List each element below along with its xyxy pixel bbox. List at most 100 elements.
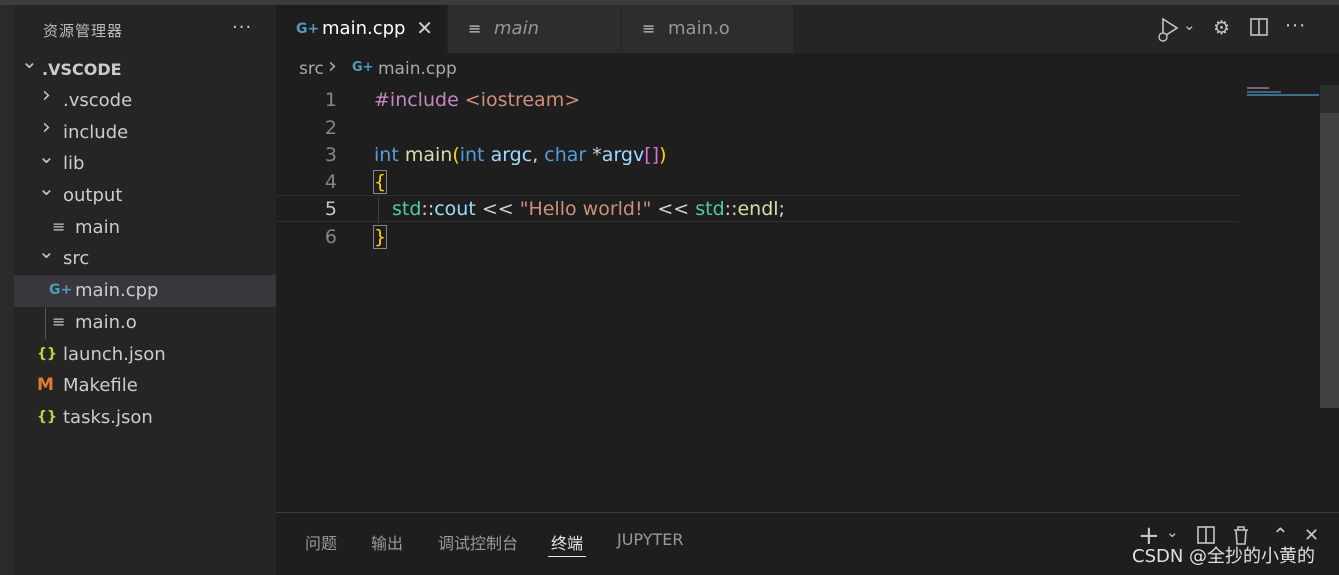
tab-jupyter[interactable]: JUPYTER [617,530,684,549]
minimap-line [1247,94,1319,96]
code-text: #include <iostream> [374,89,580,111]
code-editor[interactable]: 1 #include <iostream> 2 3 int main(int a… [276,85,1339,512]
code-token: char [544,144,587,166]
code-token: int [374,144,399,166]
explorer-root-folder[interactable]: .VSCODE [14,49,276,85]
code-token: argc [490,144,533,166]
tree-item-label: tasks.json [63,407,153,428]
minimap[interactable] [1245,85,1320,512]
tab-terminal[interactable]: 终端 [551,530,583,554]
code-token: argv [601,144,645,166]
line-number: 3 [324,144,337,166]
code-token: cout [434,198,476,220]
tree-item-src[interactable]: src [14,239,276,275]
tab-main-o[interactable]: ≡ main.o [622,5,794,53]
tab-output[interactable]: 输出 [371,530,403,554]
tab-main-cpp[interactable]: G+ main.cpp ✕ [276,5,448,53]
tree-item-tasks-json[interactable]: {} tasks.json [14,402,276,434]
tab-main[interactable]: ≡ main [448,5,622,53]
tree-item-label: output [63,185,123,206]
tree-item-makefile[interactable]: M Makefile [14,370,276,402]
chevron-down-icon [38,144,55,174]
minimap-line [1247,91,1281,93]
line-number: 1 [324,89,337,111]
code-line-current: 5 std::cout << "Hello world!" << std::en… [276,195,1238,222]
tab-problems[interactable]: 问题 [305,530,337,554]
tab-debug-console[interactable]: 调试控制台 [438,530,518,554]
tree-item-label: launch.json [63,344,166,365]
chevron-right-icon: › [328,54,337,79]
tree-item-main-o[interactable]: ≡ main.o [14,307,276,339]
code-text: std::cout << "Hello world!" << std::endl… [392,198,785,220]
vertical-scrollbar[interactable] [1320,113,1339,408]
code-token: int [459,144,485,166]
code-text: } [372,225,388,249]
cpp-file-icon: G+ [296,21,320,37]
code-token: endl; [737,198,785,220]
tree-item-label: include [63,122,129,143]
root-folder-label: .VSCODE [42,60,122,79]
chevron-down-icon[interactable]: ⌄ [1166,523,1179,541]
code-text: int main(int argc, char *argv[]) [374,144,666,166]
line-number: 6 [324,226,337,248]
code-token: :: [724,198,738,220]
activity-bar-edge [0,5,14,575]
tab-label: main.cpp [322,18,406,39]
explorer-header: 资源管理器 ··· [14,5,276,53]
code-token: "Hello world!" [519,198,652,220]
code-token: ( [452,144,460,166]
chevron-right-icon [39,83,53,111]
run-debug-icon[interactable] [1157,15,1181,48]
chevron-down-icon [38,176,55,206]
tree-item-vscode[interactable]: .vscode [14,83,276,117]
breadcrumb-folder[interactable]: src [299,59,324,79]
code-token: << [475,198,520,220]
code-token: } [372,225,388,249]
code-line: 2 [276,115,1238,142]
cpp-file-icon: G+ [49,282,73,298]
code-token: , [532,144,545,166]
code-text: { [372,170,388,194]
tree-item-launch-json[interactable]: {} launch.json [14,339,276,371]
split-editor-icon[interactable] [1249,17,1269,42]
code-line: 4 { [276,169,1238,196]
close-icon[interactable]: ✕ [416,16,433,40]
tree-item-main-cpp[interactable]: G+ main.cpp [14,275,276,307]
tab-label: main.o [668,18,730,39]
gear-icon[interactable]: ⚙ [1213,17,1230,39]
makefile-icon: M [37,375,54,395]
code-token: << [651,198,696,220]
code-token: :: [421,198,435,220]
cpp-file-icon: G+ [352,60,374,75]
file-lines-icon: ≡ [52,217,66,236]
line-number: 4 [324,171,337,193]
editor-actions: ⌄ ⚙ ··· [1157,15,1327,43]
more-actions-icon[interactable]: ··· [232,17,252,38]
indent-guide [378,197,379,223]
chevron-right-icon [39,115,53,143]
line-number: 5 [324,198,337,220]
scrollbar-track [1320,85,1339,113]
tree-item-label: .vscode [63,90,133,111]
json-file-icon: {} [37,409,57,425]
line-number: 2 [324,117,337,139]
tree-item-label: main.cpp [75,280,159,301]
breadcrumb: src › G+ main.cpp [276,53,1339,85]
code-token: #include [374,89,459,111]
tree-item-label: Makefile [63,375,138,396]
active-tab-indicator [548,556,586,557]
file-lines-icon: ≡ [468,19,482,38]
code-line: 6 } [276,224,1238,251]
code-token: { [372,170,388,194]
breadcrumb-file[interactable]: main.cpp [378,59,457,79]
code-line: 3 int main(int argc, char *argv[]) [276,142,1238,169]
tree-item-output[interactable]: output [14,176,276,212]
chevron-down-icon [38,239,55,269]
tree-item-label: main.o [75,312,137,333]
file-lines-icon: ≡ [52,312,66,331]
more-actions-icon[interactable]: ··· [1285,15,1306,37]
chevron-down-icon[interactable]: ⌄ [1183,16,1196,34]
editor-tab-bar: G+ main.cpp ✕ ≡ main ≡ main.o ⌄ ⚙ ··· [276,5,1339,53]
tree-item-label: main [75,217,120,238]
tree-item-label: lib [63,153,85,174]
